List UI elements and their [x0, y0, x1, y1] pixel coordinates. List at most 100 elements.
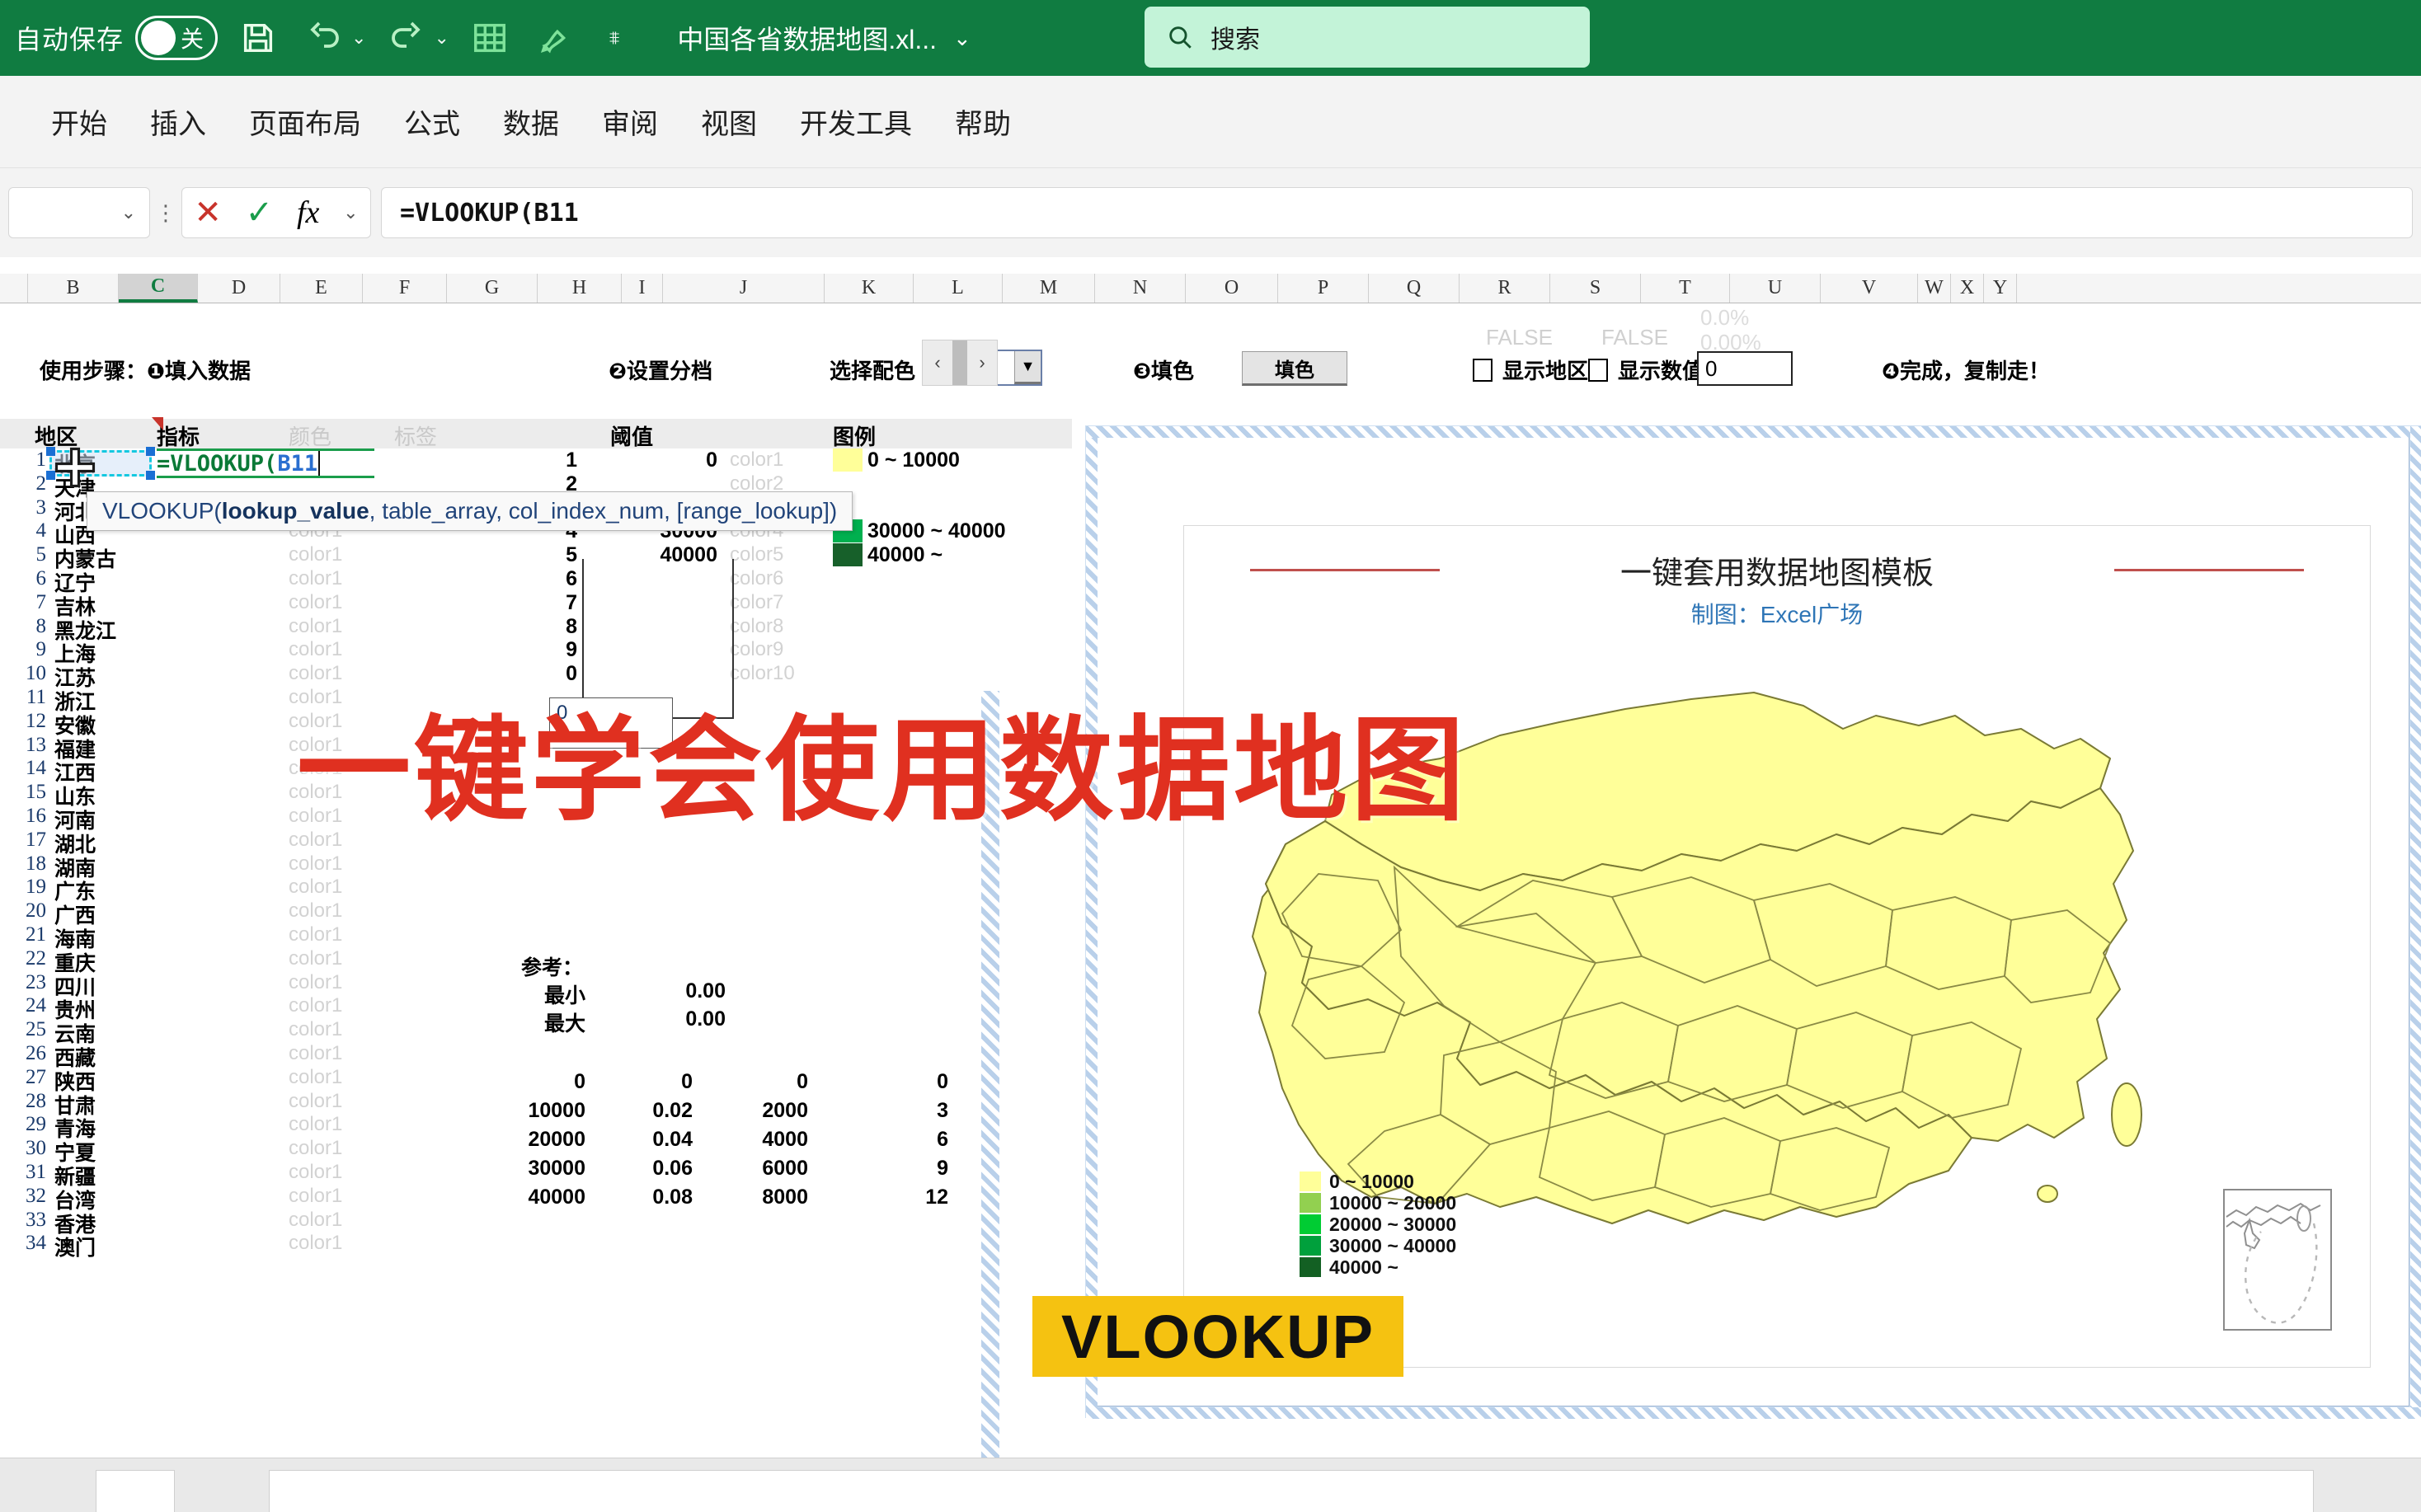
column-header-row: BCDEFGHIJKLMNOPQRSTUVWXY [0, 274, 2421, 303]
map-legend-item: 20000 ~ 30000 [1300, 1214, 1456, 1235]
formula-action-buttons: ✕ ✓ fx ⌄ [181, 187, 371, 238]
reference-grid-cell-4-0: 40000 [528, 1186, 585, 1209]
ribbon-tab-8[interactable]: 帮助 [933, 93, 1032, 150]
redo-icon[interactable] [381, 12, 432, 63]
column-header-S[interactable]: S [1550, 274, 1641, 303]
column-header-M[interactable]: M [1003, 274, 1095, 303]
reference-grid-cell-1-0: 10000 [528, 1099, 585, 1122]
reference-max-value: 0.00 [685, 1007, 726, 1031]
column-header-T[interactable]: T [1641, 274, 1730, 303]
column-header-Q[interactable]: Q [1369, 274, 1460, 303]
tooltip-rest: , table_array, col_index_num, [range_loo… [369, 498, 838, 524]
reference-grid-cell-3-2: 6000 [762, 1157, 808, 1180]
ribbon-tab-6[interactable]: 视图 [679, 93, 778, 150]
cancel-button[interactable]: ✕ [194, 196, 222, 229]
reference-max-label: 最大 [543, 1012, 585, 1035]
sheet-tab-left[interactable] [96, 1470, 175, 1512]
reference-grid-cell-1-3: 3 [937, 1099, 948, 1122]
column-header-O[interactable]: O [1186, 274, 1278, 303]
column-header-H[interactable]: H [538, 274, 622, 303]
tooltip-arg1: lookup_value [221, 498, 369, 524]
fill-button[interactable]: 填色 [1242, 351, 1347, 386]
object-hatch-top [1086, 426, 2421, 438]
reference-grid-cell-2-3: 6 [937, 1128, 948, 1151]
worksheet-grid[interactable]: 使用步骤：❶填入数据 ❷设置分档 选择配色 1 ▼ ❸填色 填色 FALSE 显… [0, 303, 2421, 1458]
more-icon[interactable]: ⩨ [609, 27, 619, 49]
name-box[interactable]: ⌄ [8, 187, 150, 238]
map-chart-object[interactable]: 一键套用数据地图模板 制图：Excel广场 0 ~ 10000 10000 ~ … [1085, 425, 2421, 1419]
show-value-checkbox[interactable]: 显示数值 [1588, 355, 1704, 385]
ribbon-tab-7[interactable]: 开发工具 [778, 93, 933, 150]
ribbon-tab-0[interactable]: 开始 [30, 93, 129, 150]
save-icon[interactable] [233, 12, 284, 63]
column-header-F[interactable]: F [363, 274, 447, 303]
ribbon-tab-4[interactable]: 数据 [482, 93, 581, 150]
file-name[interactable]: 中国各省数据地图.xl... [677, 19, 937, 57]
column-header-I[interactable]: I [622, 274, 663, 303]
reference-grid-cell-2-2: 4000 [762, 1128, 808, 1151]
map-legend-swatch [1300, 1257, 1321, 1277]
formula-expand-caret[interactable]: ⌄ [343, 202, 358, 223]
column-header-B[interactable]: B [28, 274, 119, 303]
reference-grid-cell-4-2: 8000 [762, 1186, 808, 1209]
search-placeholder: 搜索 [1210, 26, 1260, 54]
reference-grid-cell-0-2: 0 [797, 1070, 808, 1093]
chart-plot-area: 一键套用数据地图模板 制图：Excel广场 0 ~ 10000 10000 ~ … [1183, 525, 2371, 1368]
column-header-X[interactable]: X [1951, 274, 1984, 303]
show-value-state: FALSE [1601, 325, 1668, 350]
column-header-J[interactable]: J [663, 274, 825, 303]
show-region-checkbox[interactable]: 显示地区 [1473, 355, 1588, 385]
reference-min-value: 0.00 [685, 979, 726, 1003]
brush-icon[interactable] [530, 12, 581, 63]
reference-grid-cell-4-1: 0.08 [652, 1186, 693, 1209]
column-header-W[interactable]: W [1918, 274, 1951, 303]
search-icon [1166, 23, 1194, 51]
percent-label-1: 0.0% [1700, 305, 1750, 330]
map-legend: 0 ~ 10000 10000 ~ 20000 20000 ~ 30000 30000… [1300, 1171, 1456, 1278]
reference-grid-cell-3-3: 9 [937, 1157, 948, 1180]
column-header-V[interactable]: V [1821, 274, 1918, 303]
column-header-D[interactable]: D [198, 274, 280, 303]
ribbon-tab-3[interactable]: 公式 [383, 93, 482, 150]
reference-grid-cell-2-0: 20000 [528, 1128, 585, 1151]
formula-input[interactable]: =VLOOKUP(B11 [381, 187, 2413, 238]
table-icon[interactable] [464, 12, 515, 63]
confirm-button[interactable]: ✓ [246, 196, 274, 229]
column-header-N[interactable]: N [1095, 274, 1186, 303]
column-header-U[interactable]: U [1730, 274, 1821, 303]
value-input[interactable]: 0 [1697, 351, 1793, 386]
map-legend-item: 0 ~ 10000 [1300, 1171, 1456, 1192]
undo-dropdown-caret[interactable]: ⌄ [351, 27, 366, 49]
cell-comment-marker [152, 417, 163, 430]
reference-grid-cell-1-1: 0.02 [652, 1099, 693, 1122]
chart-title: 一键套用数据地图模板 [1619, 556, 1934, 591]
reference-grid-cell-3-0: 30000 [528, 1157, 585, 1180]
column-header-C[interactable]: C [119, 274, 198, 303]
in-cell-formula-head: =VLOOKUP( [157, 450, 278, 477]
sheet-tab-active[interactable] [269, 1470, 2314, 1512]
column-header-E[interactable]: E [280, 274, 363, 303]
checkbox-square-icon [1473, 358, 1493, 382]
ribbon-tab-2[interactable]: 页面布局 [228, 93, 383, 150]
column-header-P[interactable]: P [1278, 274, 1369, 303]
column-header-G[interactable]: G [447, 274, 538, 303]
autosave-toggle[interactable]: 关 [135, 16, 219, 60]
overflow-dots-icon[interactable]: ⋮ [150, 202, 181, 223]
autosave-state-label: 关 [181, 26, 204, 52]
file-dropdown-caret[interactable]: ⌄ [953, 26, 971, 51]
insert-function-icon[interactable]: fx [297, 195, 319, 231]
column-header-R[interactable]: R [1460, 274, 1550, 303]
column-header-K[interactable]: K [825, 274, 914, 303]
map-legend-label: 20000 ~ 30000 [1329, 1213, 1457, 1235]
map-legend-swatch [1300, 1193, 1321, 1213]
search-box[interactable]: 搜索 [1145, 7, 1590, 68]
show-region-state: FALSE [1486, 325, 1553, 350]
column-header-Y[interactable]: Y [1984, 274, 2017, 303]
ribbon-tab-1[interactable]: 插入 [129, 93, 228, 150]
undo-icon[interactable] [299, 12, 350, 63]
reference-grid-cell-4-3: 12 [925, 1186, 948, 1209]
column-header-L[interactable]: L [914, 274, 1003, 303]
ribbon-tab-5[interactable]: 审阅 [581, 93, 679, 150]
in-cell-editor[interactable]: =VLOOKUP(B11 [157, 448, 374, 478]
redo-dropdown-caret[interactable]: ⌄ [434, 27, 449, 49]
